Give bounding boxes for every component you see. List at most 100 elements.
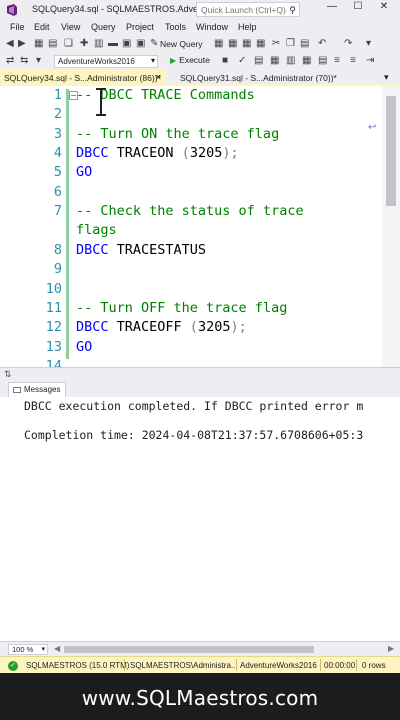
database-select[interactable]: AdventureWorks2016 ▾ xyxy=(54,55,158,68)
save-icon[interactable]: ▣ xyxy=(122,38,131,50)
menu-tools[interactable]: Tools xyxy=(165,22,186,32)
status-database: AdventureWorks2016 xyxy=(240,661,317,670)
editor-scroll-thumb[interactable] xyxy=(386,96,396,206)
new-query-icon[interactable]: ✎ xyxy=(150,38,158,50)
open-folder-icon[interactable]: ▬ xyxy=(108,38,118,50)
registered-servers-icon[interactable]: ▤ xyxy=(48,38,57,50)
line-number: 1 xyxy=(53,87,62,103)
scroll-left-icon[interactable]: ◀ xyxy=(54,644,60,653)
back-icon[interactable]: ◀ xyxy=(6,38,14,50)
maximize-button[interactable]: ☐ xyxy=(348,1,368,12)
save-all-icon[interactable]: ▣ xyxy=(136,38,145,50)
indent-icon[interactable]: ⇥ xyxy=(366,55,374,67)
line-number: 4 xyxy=(53,145,62,162)
menu-query[interactable]: Query xyxy=(91,22,116,32)
line-number: 8 xyxy=(53,241,62,258)
code-line[interactable]: 5 GO xyxy=(0,164,382,183)
intellisense-icon[interactable]: ▥ xyxy=(286,55,295,67)
collapse-region-icon[interactable]: − xyxy=(69,91,78,100)
tab-messages[interactable]: Messages xyxy=(8,382,67,397)
code-line[interactable]: 11 -- Turn OFF the trace flag xyxy=(0,300,382,319)
code-line[interactable]: 4 DBCC TRACEON (3205); xyxy=(0,145,382,164)
code-text: -- Check the status of trace xyxy=(76,203,304,219)
minimize-button[interactable]: — xyxy=(322,1,342,12)
mdx-query-icon[interactable]: ▦ xyxy=(228,38,237,50)
zoom-select[interactable]: 100 % ▾ xyxy=(8,644,48,655)
paste-icon[interactable]: ▤ xyxy=(300,38,309,50)
code-line[interactable]: 7 -- Check the status of trace xyxy=(0,203,382,222)
xmla-query-icon[interactable]: ▦ xyxy=(256,38,265,50)
estimated-plan-icon[interactable]: ▤ xyxy=(254,55,263,67)
code-line[interactable]: 9 xyxy=(0,261,382,280)
pane-splitter[interactable]: ⇅ xyxy=(0,367,400,381)
new-project-icon[interactable]: ❏ xyxy=(64,38,73,50)
code-line[interactable]: 12 DBCC TRACEOFF (3205); xyxy=(0,319,382,338)
horizontal-scroll-thumb[interactable] xyxy=(64,646,314,653)
code-token: -- Turn ON the trace flag xyxy=(76,125,280,142)
code-token: ); xyxy=(222,145,239,162)
solution-explorer-icon[interactable]: ▥ xyxy=(94,38,103,50)
menu-file[interactable]: File xyxy=(10,22,25,32)
line-number: 12 xyxy=(45,319,62,336)
menu-project[interactable]: Project xyxy=(126,22,154,32)
object-explorer-icon[interactable]: ▦ xyxy=(34,38,43,50)
code-line[interactable]: 13 GO xyxy=(0,339,382,358)
results-to-text-icon[interactable]: ▤ xyxy=(318,55,327,67)
uncomment-icon[interactable]: ≡ xyxy=(350,55,356,67)
new-query-button[interactable]: New Query xyxy=(160,39,203,49)
available-db-icon[interactable]: ▾ xyxy=(36,55,41,67)
analysis-query-icon[interactable]: ▦ xyxy=(214,38,223,50)
code-line[interactable]: 1 -- DBCC TRACE Commands xyxy=(0,87,382,106)
tab-sqlquery31[interactable]: SQLQuery31.sql - S...Administrator (70))… xyxy=(176,70,366,86)
code-line[interactable]: flags xyxy=(0,222,382,241)
change-connection-icon[interactable]: ⇆ xyxy=(20,55,28,67)
word-wrap-icon: ↩ xyxy=(368,122,377,133)
redo-icon[interactable]: ↷ xyxy=(344,38,352,50)
scroll-right-icon[interactable]: ▶ xyxy=(388,644,394,653)
results-to-grid-icon[interactable]: ▦ xyxy=(302,55,311,67)
code-line[interactable]: 10 xyxy=(0,281,382,300)
query-options-icon[interactable]: ▦ xyxy=(270,55,279,67)
code-line[interactable]: 3 -- Turn ON the trace flag xyxy=(0,126,382,145)
cancel-query-icon[interactable]: ■ xyxy=(222,55,228,67)
splitter-toggle-icon[interactable]: ⇅ xyxy=(4,369,12,380)
close-button[interactable]: ✕ xyxy=(374,1,394,12)
code-line[interactable]: 6 xyxy=(0,184,382,203)
status-login: SQLMAESTROS\Administra... xyxy=(130,661,238,670)
tab-close-icon[interactable]: ✕ xyxy=(155,73,162,82)
add-item-icon[interactable]: ✚ xyxy=(80,38,88,50)
forward-icon[interactable]: ▶ xyxy=(18,38,26,50)
comment-icon[interactable]: ≡ xyxy=(334,55,340,67)
menu-edit[interactable]: Edit xyxy=(34,22,50,32)
menu-view[interactable]: View xyxy=(61,22,80,32)
line-number: 11 xyxy=(45,299,62,316)
editor-vertical-scrollbar[interactable] xyxy=(382,86,400,367)
execute-button[interactable]: ▶ Execute xyxy=(170,55,210,65)
ssms-logo-icon xyxy=(7,4,17,16)
quick-launch-input[interactable]: Quick Launch (Ctrl+Q) ⚲ xyxy=(196,2,300,17)
messages-pane[interactable]: DBCC execution completed. If DBCC printe… xyxy=(0,397,400,641)
code-text: -- Turn ON the trace flag xyxy=(76,126,279,142)
line-number: 3 xyxy=(53,125,62,142)
code-line[interactable]: 8 DBCC TRACESTATUS xyxy=(0,242,382,261)
code-line[interactable]: 14 xyxy=(0,358,382,367)
menu-help[interactable]: Help xyxy=(238,22,257,32)
line-number: 5 xyxy=(53,164,62,181)
tab-sqlquery34[interactable]: SQLQuery34.sql - S...Administrator (86))… xyxy=(0,70,166,86)
parse-icon[interactable]: ✓ xyxy=(238,55,246,67)
dmx-query-icon[interactable]: ▦ xyxy=(242,38,251,50)
standard-toolbar: ◀ ▶ ▦ ▤ ❏ ✚ ▥ ▬ ▣ ▣ ✎ New Query ▦ ▦ ▦ ▦ … xyxy=(0,36,400,53)
query-editor[interactable]: 1 -- DBCC TRACE Commands 2 3 -- Turn ON the … xyxy=(0,86,400,367)
status-elapsed: 00:00:00 xyxy=(324,661,356,670)
tab-list-chevron-icon[interactable]: ▾ xyxy=(384,72,389,83)
cut-icon[interactable]: ✂ xyxy=(272,38,280,50)
code-token: ( xyxy=(189,319,198,336)
copy-icon[interactable]: ❐ xyxy=(286,38,295,50)
toolbar-more-icon[interactable]: ▾ xyxy=(366,38,371,50)
code-line[interactable]: 2 xyxy=(0,106,382,125)
document-tab-strip: SQLQuery34.sql - S...Administrator (86))… xyxy=(0,70,400,86)
code-text: -- Turn OFF the trace flag xyxy=(76,300,287,316)
undo-icon[interactable]: ↶ xyxy=(318,38,326,50)
menu-window[interactable]: Window xyxy=(196,22,228,32)
connect-icon[interactable]: ⇄ xyxy=(6,55,14,67)
